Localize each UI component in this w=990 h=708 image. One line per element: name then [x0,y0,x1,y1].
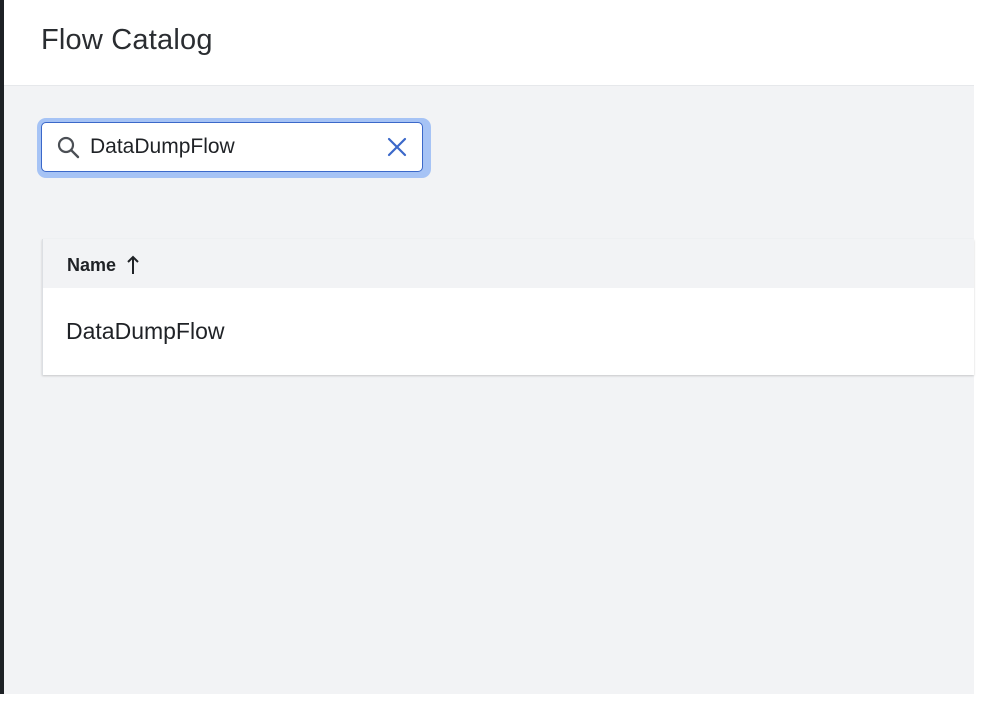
search-focus-ring [37,118,431,178]
search-input[interactable] [90,132,370,162]
column-header-name[interactable]: Name [67,253,140,277]
close-icon[interactable] [384,134,410,160]
flow-name-cell: DataDumpFlow [66,318,225,344]
page-title: Flow Catalog [41,24,213,56]
flow-table: Name DataDumpFlow [42,239,974,375]
page-header: Flow Catalog [4,0,974,86]
main-content: Name DataDumpFlow [4,86,974,694]
column-header-label: Name [67,254,117,275]
arrow-up-icon [127,255,139,274]
bottom-strip [0,694,990,708]
search-icon [57,136,80,159]
table-row[interactable]: DataDumpFlow [42,288,974,375]
search-box[interactable] [41,122,423,172]
table-header: Name [42,239,974,288]
